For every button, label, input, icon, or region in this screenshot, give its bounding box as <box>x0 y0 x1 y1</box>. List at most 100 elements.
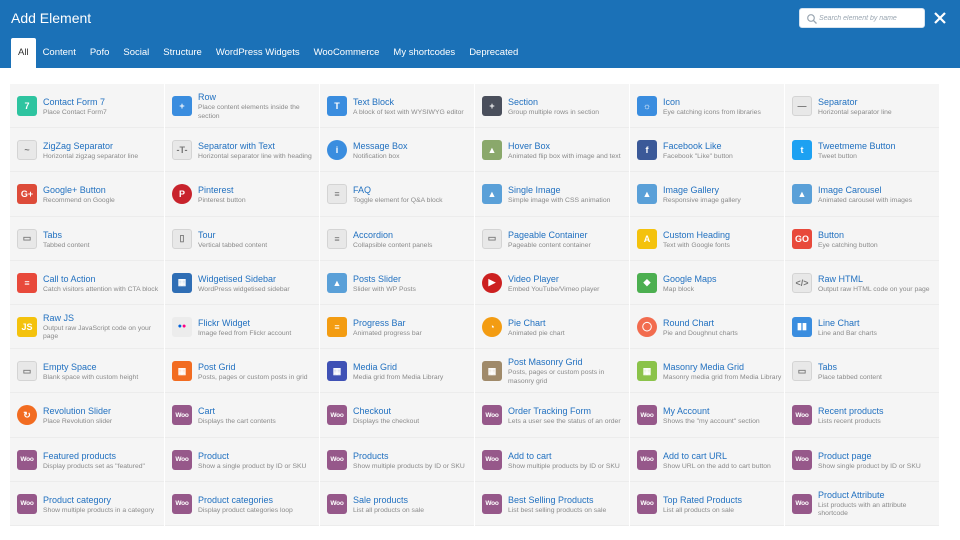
element-item[interactable]: GO Button Eye catching button <box>785 216 939 261</box>
element-text: Facebook Like Facebook "Like" button <box>663 141 782 162</box>
element-item[interactable]: Woo Recent products Lists recent products <box>785 393 939 438</box>
element-description: Lets a user see the status of an order <box>508 418 621 426</box>
element-item[interactable]: ▦ Masonry Media Grid Masonry media grid fr… <box>630 349 784 394</box>
element-item[interactable]: </> Raw HTML Output raw HTML code on your … <box>785 260 939 305</box>
element-item[interactable]: ● ● Flickr Widget Image feed from Flickr ac… <box>165 304 319 350</box>
tab-woocommerce[interactable]: WooCommerce <box>307 38 387 68</box>
element-description: Posts, pages or custom posts in grid <box>198 374 308 382</box>
element-text: Recent products Lists recent products <box>818 406 937 427</box>
video-player-icon: ▶ <box>482 272 502 293</box>
element-item[interactable]: ☼ Icon Eye catching icons from libraries <box>630 84 784 129</box>
element-item[interactable]: Woo Top Rated Products List all products o… <box>630 481 784 526</box>
element-description: Catch visitors attention with CTA block <box>43 285 159 293</box>
element-item[interactable]: ▭ Tabs Place tabbed content <box>785 349 939 394</box>
tab-deprecated[interactable]: Deprecated <box>462 38 525 68</box>
element-item[interactable]: Woo Featured products Display products set… <box>10 437 164 482</box>
element-description: Animated progress bar <box>353 329 422 337</box>
element-item[interactable]: ▭ Tabs Tabbed content <box>10 216 164 261</box>
tab-my-shortcodes[interactable]: My shortcodes <box>386 38 462 68</box>
element-item[interactable]: ▶ Video Player Embed YouTube/Vimeo player <box>475 260 629 305</box>
element-text: Message Box Notification box <box>353 141 472 162</box>
element-item[interactable]: Woo Order Tracking Form Lets a user see th… <box>475 393 629 438</box>
element-item[interactable]: — Separator Horizontal separator line <box>785 84 939 129</box>
tab-structure[interactable]: Structure <box>156 38 209 68</box>
element-item[interactable]: + Section Group multiple rows in section <box>475 84 629 129</box>
element-item[interactable]: ▲ Image Carousel Animated carousel with im… <box>785 172 939 217</box>
element-item[interactable]: 7 Contact Form 7 Place Contact Form7 <box>10 84 164 129</box>
element-item[interactable]: ▭ Empty Space Blank space with custom heig… <box>10 349 164 394</box>
tab-social[interactable]: Social <box>116 38 156 68</box>
element-name: Image Carousel <box>818 185 882 196</box>
element-item[interactable]: ▯ Tour Vertical tabbed content <box>165 216 319 261</box>
element-item[interactable]: T Text Block A block of text with WYSIWYG … <box>320 84 474 129</box>
element-item[interactable]: ▲ Single Image Simple image with CSS anima… <box>475 172 629 217</box>
element-item[interactable]: Woo Product Show a single product by ID or… <box>165 437 319 482</box>
element-name: Widgetised Sidebar <box>198 273 277 284</box>
element-description: List products with an attribute shortcod… <box>818 501 907 518</box>
element-text: Product Attribute List products with an a… <box>818 490 937 519</box>
element-item[interactable]: A Custom Heading Text with Google fonts <box>630 216 784 261</box>
element-name: Round Chart <box>663 317 715 328</box>
element-description: Embed YouTube/Vimeo player <box>508 285 600 293</box>
google-maps-icon: ◆ <box>637 272 657 293</box>
element-item[interactable]: P Pinterest Pinterest button <box>165 172 319 217</box>
element-name: Recent products <box>818 406 884 417</box>
element-item[interactable]: ▲ Posts Slider Slider with WP Posts <box>320 260 474 305</box>
element-item[interactable]: ~ ZigZag Separator Horizontal zigzag separ… <box>10 128 164 173</box>
element-item[interactable]: Woo Product categories Display product cat… <box>165 481 319 526</box>
element-item[interactable]: ▮▮ Line Chart Line and Bar charts <box>785 304 939 350</box>
tab-wordpress-widgets[interactable]: WordPress Widgets <box>209 38 307 68</box>
element-description: WordPress widgetised sidebar <box>198 285 290 293</box>
element-text: Separator with Text Horizontal separator … <box>198 141 317 162</box>
element-item[interactable]: ◯ Round Chart Pie and Doughnut charts <box>630 304 784 350</box>
element-item[interactable]: ≡ Progress Bar Animated progress bar <box>320 304 474 350</box>
element-item[interactable]: Woo Cart Displays the cart contents <box>165 393 319 438</box>
element-item[interactable]: ▦ Widgetised Sidebar WordPress widgetised … <box>165 260 319 305</box>
element-item[interactable]: + Row Place content elements inside the se… <box>165 84 319 129</box>
search-input[interactable] <box>819 11 921 26</box>
element-description: Map block <box>663 285 694 293</box>
search-box[interactable] <box>799 8 925 28</box>
element-item[interactable]: Woo Product category Show multiple product… <box>10 481 164 526</box>
element-item[interactable]: Woo Product page Show single product by ID… <box>785 437 939 482</box>
element-item[interactable]: i Message Box Notification box <box>320 128 474 173</box>
element-item[interactable]: Woo Checkout Displays the checkout <box>320 393 474 438</box>
element-description: Pageable content container <box>508 241 591 249</box>
element-item[interactable]: ▦ Post Masonry Grid Posts, pages or custom… <box>475 349 629 394</box>
element-item[interactable]: -T- Separator with Text Horizontal separat… <box>165 128 319 173</box>
element-text: Flickr Widget Image feed from Flickr acco… <box>198 318 317 339</box>
empty-space-icon: ▭ <box>17 361 37 382</box>
element-item[interactable]: ▲ Hover Box Animated flip box with image a… <box>475 128 629 173</box>
element-text: Add to cart URL Show URL on the add to ca… <box>663 451 782 472</box>
element-item[interactable]: ≡ Accordion Collapsible content panels <box>320 216 474 261</box>
element-item[interactable]: ◔ Pie Chart Animated pie chart <box>475 304 629 350</box>
tab-all[interactable]: All <box>11 38 36 68</box>
element-item[interactable]: ≡ Call to Action Catch visitors attention … <box>10 260 164 305</box>
element-item[interactable]: Woo Best Selling Products List best sellin… <box>475 481 629 526</box>
element-item[interactable]: ▦ Post Grid Posts, pages or custom posts i… <box>165 349 319 394</box>
element-item[interactable]: ▲ Image Gallery Responsive image gallery <box>630 172 784 217</box>
element-item[interactable]: Woo Add to cart URL Show URL on the add to… <box>630 437 784 482</box>
element-name: Tabs <box>818 362 838 373</box>
button-icon: GO <box>792 228 812 249</box>
tab-content[interactable]: Content <box>36 38 83 68</box>
element-item[interactable]: JS Raw JS Output raw JavaScript code on yo… <box>10 304 164 350</box>
element-item[interactable]: ▦ Media Grid Media grid from Media Library <box>320 349 474 394</box>
element-item[interactable]: t Tweetmeme Button Tweet button <box>785 128 939 173</box>
element-item[interactable]: ◆ Google Maps Map block <box>630 260 784 305</box>
element-item[interactable]: Woo Add to cart Show multiple products by … <box>475 437 629 482</box>
element-item[interactable]: ↻ Revolution Slider Place Revolution slide… <box>10 393 164 438</box>
element-item[interactable]: ≡ FAQ Toggle element for Q&A block <box>320 172 474 217</box>
element-description: Show single product by ID or SKU <box>818 462 921 470</box>
element-item[interactable]: Woo My Account Shows the "my account" sect… <box>630 393 784 438</box>
element-item[interactable]: G+ Google+ Button Recommend on Google <box>10 172 164 217</box>
element-item[interactable]: ▭ Pageable Container Pageable content cont… <box>475 216 629 261</box>
element-name: Video Player <box>508 273 559 284</box>
close-icon[interactable] <box>930 8 950 28</box>
element-item[interactable]: Woo Product Attribute List products with a… <box>785 481 939 526</box>
element-item[interactable]: Woo Products Show multiple products by ID … <box>320 437 474 482</box>
element-item[interactable]: f Facebook Like Facebook "Like" button <box>630 128 784 173</box>
element-description: Pinterest button <box>198 197 246 205</box>
tab-pofo[interactable]: Pofo <box>83 38 117 68</box>
element-item[interactable]: Woo Sale products List all products on sal… <box>320 481 474 526</box>
